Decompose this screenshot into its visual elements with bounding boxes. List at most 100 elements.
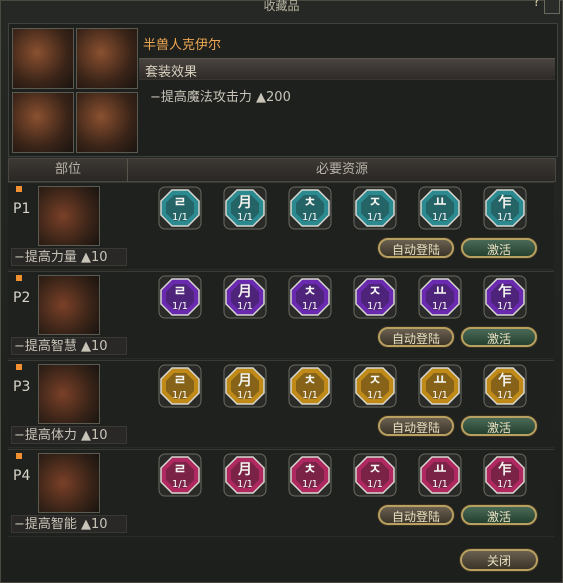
piece-label: P2 — [13, 290, 31, 306]
rune-count: 1/1 — [236, 301, 254, 312]
piece-stat: −提高力量 ▲10 — [11, 248, 127, 266]
rune-count: 1/1 — [431, 479, 449, 490]
close-icon[interactable] — [544, 0, 560, 14]
auto-register-button[interactable]: 自动登陆 — [378, 505, 454, 525]
rune-slot[interactable]: ㄹ 1/1 — [158, 453, 202, 497]
rune-slot[interactable]: ㅛ 1/1 — [418, 275, 462, 319]
rune-count: 1/1 — [171, 479, 189, 490]
piece-row: P1 −提高力量 ▲10 ㄹ 1/1 月 1/1 ㅊ 1/1 ㅈ 1/1 ㅛ 1/1 乍 1/1 自动登陆激… — [8, 182, 554, 270]
activate-button[interactable]: 激活 — [461, 505, 537, 525]
rune-glyph: ㅛ — [433, 284, 447, 300]
rune-glyph: ㅈ — [368, 284, 382, 300]
set-effect-text: −提高魔法攻击力 ▲200 — [150, 90, 291, 105]
rune-glyph: ㅈ — [368, 373, 382, 389]
piece-row: P3 −提高体力 ▲10 ㄹ 1/1 月 1/1 ㅊ 1/1 ㅈ 1/1 ㅛ 1/1 乍 1/1 自动登陆激… — [8, 360, 554, 448]
rune-slot[interactable]: ㅊ 1/1 — [288, 186, 332, 230]
auto-register-button[interactable]: 自动登陆 — [378, 238, 454, 258]
rune-glyph: ㅊ — [303, 284, 317, 300]
rune-count: 1/1 — [431, 390, 449, 401]
rune-glyph: ㅛ — [433, 462, 447, 478]
rune-slot[interactable]: ㅈ 1/1 — [353, 186, 397, 230]
rune-count: 1/1 — [496, 301, 514, 312]
rune-glyph: 月 — [238, 462, 252, 478]
piece-row: P2 −提高智慧 ▲10 ㄹ 1/1 月 1/1 ㅊ 1/1 ㅈ 1/1 ㅛ 1/1 乍 1/1 自动登陆激… — [8, 271, 554, 359]
rune-count: 1/1 — [366, 479, 384, 490]
rune-count: 1/1 — [366, 212, 384, 223]
rune-glyph: ㅊ — [303, 462, 317, 478]
portrait-image — [76, 92, 138, 153]
piece-stat: −提高智慧 ▲10 — [11, 337, 127, 355]
rune-slot[interactable]: 月 1/1 — [223, 186, 267, 230]
activate-button[interactable]: 激活 — [461, 416, 537, 436]
rune-glyph: ㄹ — [173, 462, 187, 478]
piece-label: P1 — [13, 201, 31, 217]
rune-slot[interactable]: ㅛ 1/1 — [418, 364, 462, 408]
rune-slot[interactable]: ㅊ 1/1 — [288, 453, 332, 497]
piece-row: P4 −提高智能 ▲10 ㄹ 1/1 月 1/1 ㅊ 1/1 ㅈ 1/1 ㅛ 1/1 乍 1/1 自动登陆激… — [8, 449, 554, 537]
set-effect-title: 套装效果 — [145, 65, 198, 80]
activate-button[interactable]: 激活 — [461, 327, 537, 347]
auto-register-button[interactable]: 自动登陆 — [378, 416, 454, 436]
marker-icon — [16, 186, 22, 192]
set-header: 半兽人克伊尔 套装效果 −提高魔法攻击力 ▲200 — [8, 23, 558, 157]
rune-glyph: ㅊ — [303, 373, 317, 389]
rune-count: 1/1 — [171, 212, 189, 223]
rune-slot[interactable]: ㅈ 1/1 — [353, 364, 397, 408]
collection-window: 收藏品 ? 半兽人克伊尔 套装效果 −提高魔法攻击力 ▲200 部位 必要资源 … — [0, 0, 563, 583]
rune-glyph: 乍 — [498, 373, 512, 389]
column-header: 部位 必要资源 — [8, 158, 556, 182]
auto-register-button[interactable]: 自动登陆 — [378, 327, 454, 347]
rune-count: 1/1 — [236, 479, 254, 490]
rune-glyph: ㅈ — [368, 462, 382, 478]
marker-icon — [16, 364, 22, 370]
rune-count: 1/1 — [301, 212, 319, 223]
rune-slot[interactable]: 月 1/1 — [223, 275, 267, 319]
rune-glyph: ㅛ — [433, 195, 447, 211]
piece-stat: −提高体力 ▲10 — [11, 426, 127, 444]
piece-label-cell: P2 −提高智慧 ▲10 — [8, 272, 127, 358]
rune-slot[interactable]: ㅈ 1/1 — [353, 275, 397, 319]
set-name: 半兽人克伊尔 — [143, 38, 222, 53]
piece-label-cell: P3 −提高体力 ▲10 — [8, 361, 127, 447]
rune-slot[interactable]: 乍 1/1 — [483, 275, 527, 319]
rune-slot[interactable]: ㅊ 1/1 — [288, 364, 332, 408]
rune-slot[interactable]: 乍 1/1 — [483, 364, 527, 408]
rune-slot[interactable]: ㅊ 1/1 — [288, 275, 332, 319]
rune-glyph: 乍 — [498, 284, 512, 300]
rune-count: 1/1 — [301, 301, 319, 312]
activate-button[interactable]: 激活 — [461, 238, 537, 258]
marker-icon — [16, 275, 22, 281]
piece-label: P4 — [13, 468, 31, 484]
rune-count: 1/1 — [366, 390, 384, 401]
rune-glyph: 月 — [238, 284, 252, 300]
help-icon[interactable]: ? — [533, 0, 540, 9]
column-resources: 必要资源 — [315, 162, 368, 177]
rune-slot[interactable]: 乍 1/1 — [483, 186, 527, 230]
rune-count: 1/1 — [171, 390, 189, 401]
rune-slot[interactable]: ㅈ 1/1 — [353, 453, 397, 497]
piece-stat: −提高智能 ▲10 — [11, 515, 127, 533]
piece-image — [38, 453, 100, 513]
portrait-image — [76, 28, 138, 89]
rune-glyph: ㅛ — [433, 373, 447, 389]
rune-glyph: ㄹ — [173, 373, 187, 389]
rune-slot[interactable]: 月 1/1 — [223, 364, 267, 408]
rune-slot[interactable]: 月 1/1 — [223, 453, 267, 497]
portrait-image — [12, 92, 74, 153]
rune-slot[interactable]: 乍 1/1 — [483, 453, 527, 497]
rune-slot[interactable]: ㄹ 1/1 — [158, 364, 202, 408]
piece-image — [38, 364, 100, 424]
rune-slot[interactable]: ㄹ 1/1 — [158, 275, 202, 319]
rune-slot[interactable]: ㅛ 1/1 — [418, 453, 462, 497]
rune-slot[interactable]: ㅛ 1/1 — [418, 186, 462, 230]
rune-glyph: ㅊ — [303, 195, 317, 211]
piece-image — [38, 275, 100, 335]
rune-count: 1/1 — [236, 212, 254, 223]
rune-glyph: ㅈ — [368, 195, 382, 211]
piece-label: P3 — [13, 379, 31, 395]
rune-count: 1/1 — [496, 390, 514, 401]
rune-slot[interactable]: ㄹ 1/1 — [158, 186, 202, 230]
rune-count: 1/1 — [496, 212, 514, 223]
close-button[interactable]: 关闭 — [460, 549, 538, 571]
column-part: 部位 — [9, 159, 128, 181]
